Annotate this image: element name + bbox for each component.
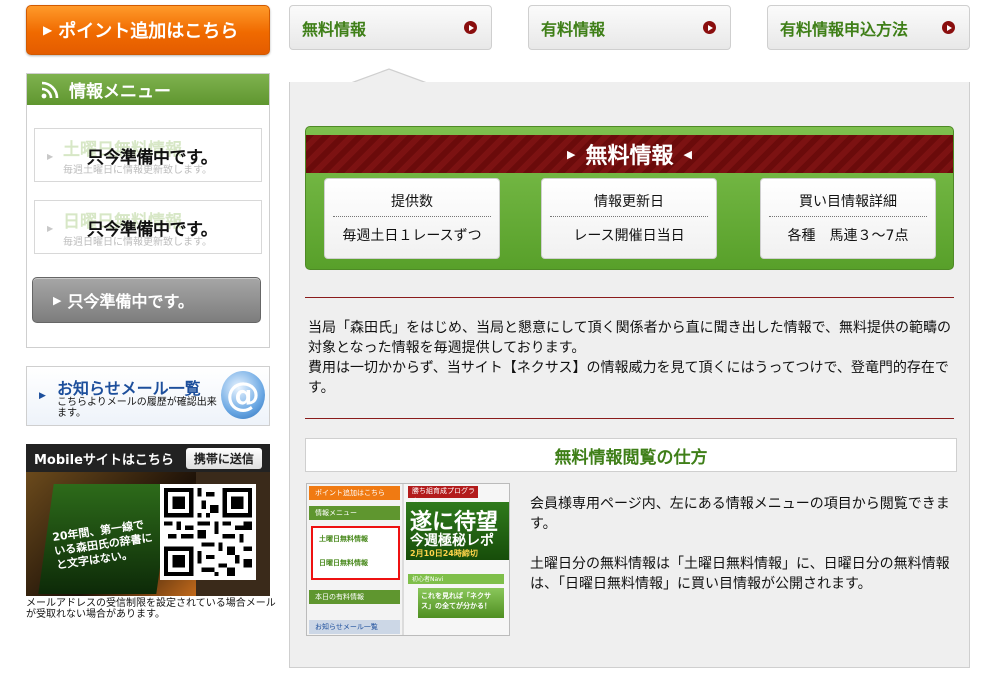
tab-free-info[interactable]: 無料情報 [289, 5, 492, 50]
screenshot-main: 勝ち組育成プログラム 遂に待望 今週極秘レポ 2月10日24時締切 初心者Nav… [404, 484, 509, 635]
rss-icon [41, 81, 59, 98]
howto-paragraph: 会員様専用ページ内、左にある情報メニューの項目から閲覧できます。 [530, 496, 950, 532]
info-menu-header: 情報メニュー [27, 74, 269, 105]
screenshot-menu-bar: 情報メニュー [309, 506, 400, 520]
arrow-icon: ▶ [39, 391, 46, 401]
left-arrow-icon: ◀ [683, 147, 692, 161]
go-arrow-icon [703, 21, 716, 34]
screenshot-highlight: 土曜日無料情報 日曜日無料情報 [311, 526, 400, 580]
howto-text: 会員様専用ページ内、左にある情報メニューの項目から閲覧できます。 土曜日分の無料… [530, 494, 954, 614]
notice-mail-banner[interactable]: ▶ お知らせメール一覧 こちらよりメールの履歴が確認出来ます。 @ [26, 366, 270, 426]
description-paragraph: 当局「森田氏」をはじめ、当局と懇意にして頂く関係者から直に聞き出した情報で、無料… [308, 320, 952, 356]
mobile-site-header: Mobileサイトはこちら 携帯に送信 [26, 444, 270, 472]
info-menu-title: 情報メニュー [69, 82, 171, 102]
preparing-label: 只今準備中です。 [87, 220, 218, 240]
go-arrow-icon [464, 21, 477, 34]
menu-item-sunday-free[interactable]: ▶ 日曜日無料情報 毎週日曜日に情報更新致します。 只今準備中です。 [34, 200, 262, 254]
arrow-icon: ▶ [47, 224, 54, 233]
right-arrow-icon: ▶ [567, 147, 576, 161]
screenshot-navi: 初心者Navi [408, 574, 504, 584]
stat-header: 情報更新日 [594, 194, 664, 210]
screenshot-banner-sub: 今週極秘レポ [410, 533, 494, 549]
screenshot-point-bar: ポイント追加はこちら [309, 486, 400, 500]
play-icon: ▶ [43, 23, 53, 37]
divider [769, 216, 927, 217]
screenshot-item: 日曜日無料情報 [319, 559, 368, 567]
point-add-button[interactable]: ▶ ポイント追加はこちら [26, 5, 270, 55]
divider [333, 216, 491, 217]
stat-card-count: 提供数 毎週土日１レースずつ [324, 178, 500, 259]
qr-code-icon [164, 488, 252, 576]
tab-paid-apply-label: 有料情報申込方法 [780, 19, 909, 39]
free-info-description: 当局「森田氏」をはじめ、当局と懇意にして頂く関係者から直に聞き出した情報で、無料… [308, 318, 958, 398]
notice-mail-title: お知らせメール一覧 [57, 379, 201, 398]
stat-header: 買い目情報詳細 [799, 194, 897, 210]
screenshot-paid-bar: 本日の有料情報 [309, 590, 400, 604]
screenshot-program-tag: 勝ち組育成プログラム [408, 486, 478, 505]
stat-value: レース開催日当日 [573, 228, 685, 244]
notice-mail-sub: こちらよりメールの履歴が確認出来ます。 [57, 397, 217, 419]
play-icon: ▶ [53, 293, 62, 307]
free-info-banner-title: 無料情報 [585, 144, 674, 169]
send-to-mobile-button[interactable]: 携帯に送信 [185, 447, 262, 469]
stat-card-update-day: 情報更新日 レース開催日当日 [541, 178, 717, 259]
screenshot-sidebar: ポイント追加はこちら 情報メニュー 土曜日無料情報 日曜日無料情報 本日の有料情… [307, 484, 402, 635]
point-add-label: ポイント追加はこちら [58, 21, 239, 42]
stat-card-bet-detail: 買い目情報詳細 各種 馬連３～7点 [760, 178, 936, 259]
tab-paid-info-label: 有料情報 [541, 19, 606, 39]
arrow-icon: ▶ [47, 152, 54, 161]
mobile-site-title: Mobileサイトはこちら [34, 452, 174, 468]
stat-header: 提供数 [391, 194, 433, 210]
mobile-site-banner: Mobileサイトはこちら 携帯に送信 20年間、第一線で いる森田氏の辞書に … [26, 444, 270, 596]
divider [305, 297, 954, 298]
free-info-banner: ▶ 無料情報 ◀ [306, 135, 953, 173]
at-icon: @ [221, 371, 265, 419]
tab-free-info-label: 無料情報 [302, 19, 367, 39]
stat-value: 各種 馬連３～7点 [787, 228, 909, 244]
howto-paragraph: 土曜日分の無料情報は「土曜日無料情報」に、日曜日分の無料情報は、「日曜日無料情報… [530, 556, 950, 592]
menu-item-saturday-free[interactable]: ▶ 土曜日無料情報 毎週土曜日に情報更新致します。 只今準備中です。 [34, 128, 262, 182]
info-menu: 情報メニュー ▶ 土曜日無料情報 毎週土曜日に情報更新致します。 只今準備中です… [26, 73, 270, 348]
preparing-label: 只今準備中です。 [87, 148, 218, 168]
tab-paid-info[interactable]: 有料情報 [528, 5, 731, 50]
stat-value: 毎週土日１レースずつ [342, 228, 482, 244]
mobile-note: メールアドレスの受信制限を設定されている場合メールが受取れない場合があります。 [26, 598, 276, 620]
go-arrow-icon [942, 21, 955, 34]
screenshot-mail-bar: お知らせメール一覧 [309, 620, 400, 634]
screenshot-cta: これを見れば「ネクサス」の全てが分かる！ [418, 588, 504, 618]
description-paragraph: 費用は一切かからず、当サイト【ネクサス】の情報威力を見て頂くにはうってつけで、登… [308, 360, 949, 396]
screenshot-banner-date: 2月10日24時締切 [410, 549, 478, 558]
preparing-button-label: 只今準備中です。 [67, 292, 194, 311]
member-page-screenshot: ポイント追加はこちら 情報メニュー 土曜日無料情報 日曜日無料情報 本日の有料情… [306, 483, 510, 636]
screenshot-item: 土曜日無料情報 [319, 535, 368, 543]
free-info-summary: ▶ 無料情報 ◀ 提供数 毎週土日１レースずつ 情報更新日 レース開催日当日 買… [305, 126, 954, 270]
divider [305, 418, 954, 419]
qr-code [160, 484, 256, 580]
divider [550, 216, 708, 217]
tab-paid-apply[interactable]: 有料情報申込方法 [767, 5, 970, 50]
howto-heading: 無料情報閲覧の仕方 [305, 438, 957, 472]
preparing-button[interactable]: ▶ 只今準備中です。 [32, 277, 261, 323]
